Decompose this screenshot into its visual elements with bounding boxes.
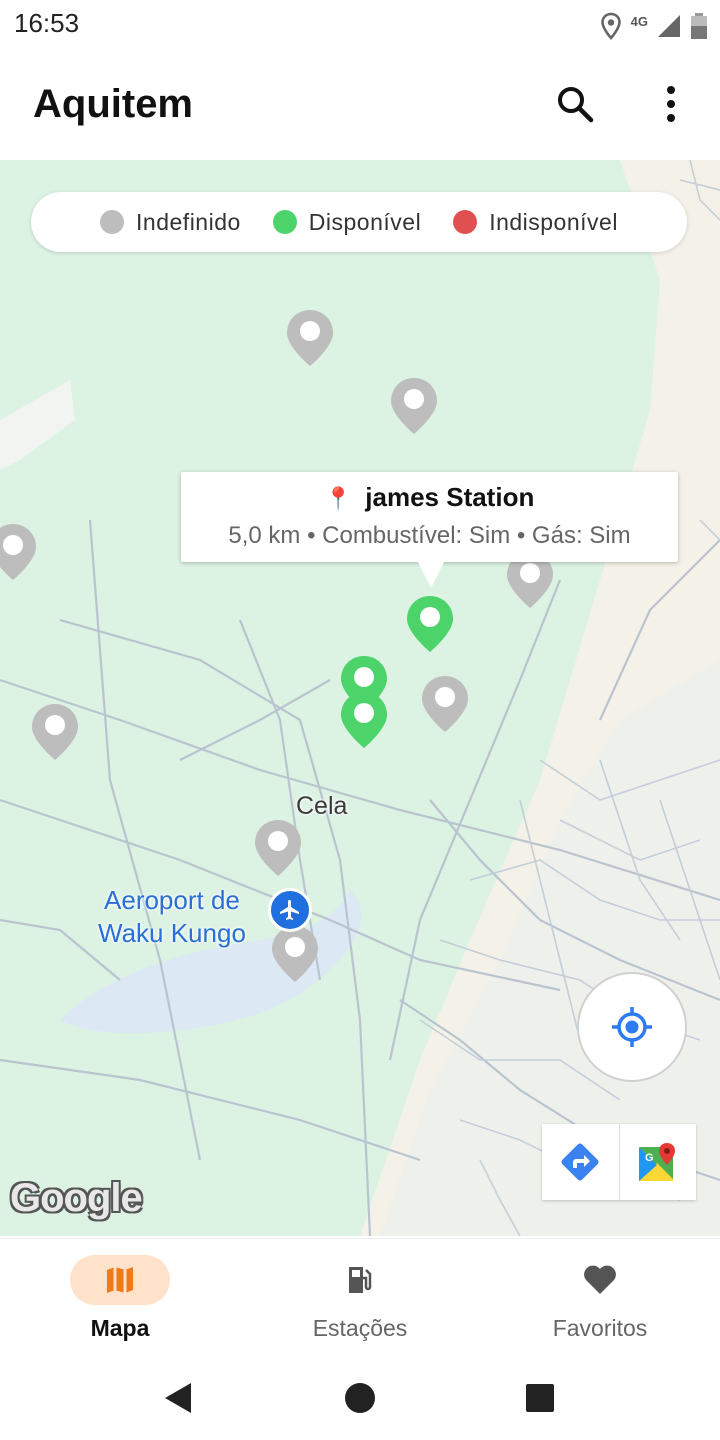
search-button[interactable] [551,80,599,128]
map-toolbar: G [542,1124,696,1200]
info-window-details: 5,0 km • Combustível: Sim • Gás: Sim [228,522,631,549]
legend-label: Disponível [308,208,422,235]
station-marker-available[interactable] [339,690,389,750]
bottom-navigation: Mapa Estações Favoritos [0,1238,720,1357]
my-location-icon [612,1007,652,1047]
nav-label-map: Mapa [90,1315,150,1341]
network-type-label: 4G [630,13,648,29]
google-attribution: Google [10,1176,143,1220]
nav-icon-container [310,1255,410,1305]
heart-icon [584,1265,616,1294]
town-label: Cela [296,792,348,820]
info-window-title-row: 📍 james Station [181,482,678,513]
back-icon [165,1383,191,1413]
signal-icon [658,15,680,37]
directions-button[interactable] [542,1124,619,1200]
legend-dot-available [272,210,297,234]
info-window-title: james Station [365,482,535,512]
station-marker-undefined[interactable] [270,924,320,984]
more-vert-icon [667,86,675,122]
my-location-button[interactable] [577,972,687,1082]
station-info-window[interactable]: 📍 james Station 5,0 km • Combustível: Si… [181,472,678,588]
system-navigation-bar [0,1356,720,1440]
status-bar: 16:53 4G [0,0,720,52]
legend-dot-undefined [100,210,125,234]
station-marker-undefined[interactable] [389,376,439,436]
recents-button[interactable] [518,1376,562,1420]
recents-icon [526,1384,554,1412]
pin-icon: 📍 [324,486,353,511]
airplane-icon [280,900,299,920]
info-window-pointer [418,562,444,588]
directions-icon [561,1143,599,1181]
nav-item-stations[interactable]: Estações [260,1253,460,1353]
legend-item-undefined: Indefinido [100,209,241,236]
nav-active-indicator [70,1255,170,1305]
map-icon [107,1267,133,1293]
legend-label: Indisponível [489,208,618,235]
nav-label-favorites: Favoritos [552,1315,648,1341]
back-button[interactable] [156,1376,200,1420]
svg-text:G: G [645,1152,654,1164]
gas-station-icon [349,1267,372,1293]
search-icon [558,87,594,123]
legend-label: Indefinido [136,208,241,235]
station-marker-available-selected[interactable] [405,594,455,654]
status-icons: 4G [599,10,708,42]
legend-dot-unavailable [453,210,478,234]
status-time: 16:53 [14,8,80,38]
home-button[interactable] [338,1376,382,1420]
nav-item-favorites[interactable]: Favoritos [500,1253,700,1353]
home-icon [345,1383,375,1413]
legend-item-available: Disponível [272,208,422,236]
location-status-icon [600,12,621,40]
airport-icon[interactable] [268,888,312,932]
airport-label: Aeroport de Waku Kungo [98,885,246,948]
nav-item-map[interactable]: Mapa [20,1253,220,1353]
station-marker-undefined[interactable] [0,522,38,582]
station-marker-undefined[interactable] [285,308,335,368]
nav-label-stations: Estações [312,1315,408,1341]
app-title: Aquitem [33,82,193,126]
status-legend: Indefinido Disponível Indisponível [31,192,687,252]
station-marker-undefined[interactable] [420,674,470,734]
station-marker-undefined[interactable] [253,818,303,878]
open-in-google-maps-button[interactable]: G [618,1124,697,1200]
battery-icon [691,13,707,39]
legend-item-unavailable: Indisponível [453,209,618,236]
map-view[interactable]: Indefinido Disponível Indisponível 📍 jam… [0,160,720,1236]
google-maps-icon: G [638,1143,675,1181]
app-bar: Aquitem [0,52,720,161]
overflow-menu-button[interactable] [647,80,695,128]
station-marker-undefined[interactable] [30,702,80,762]
nav-icon-container [550,1255,650,1305]
